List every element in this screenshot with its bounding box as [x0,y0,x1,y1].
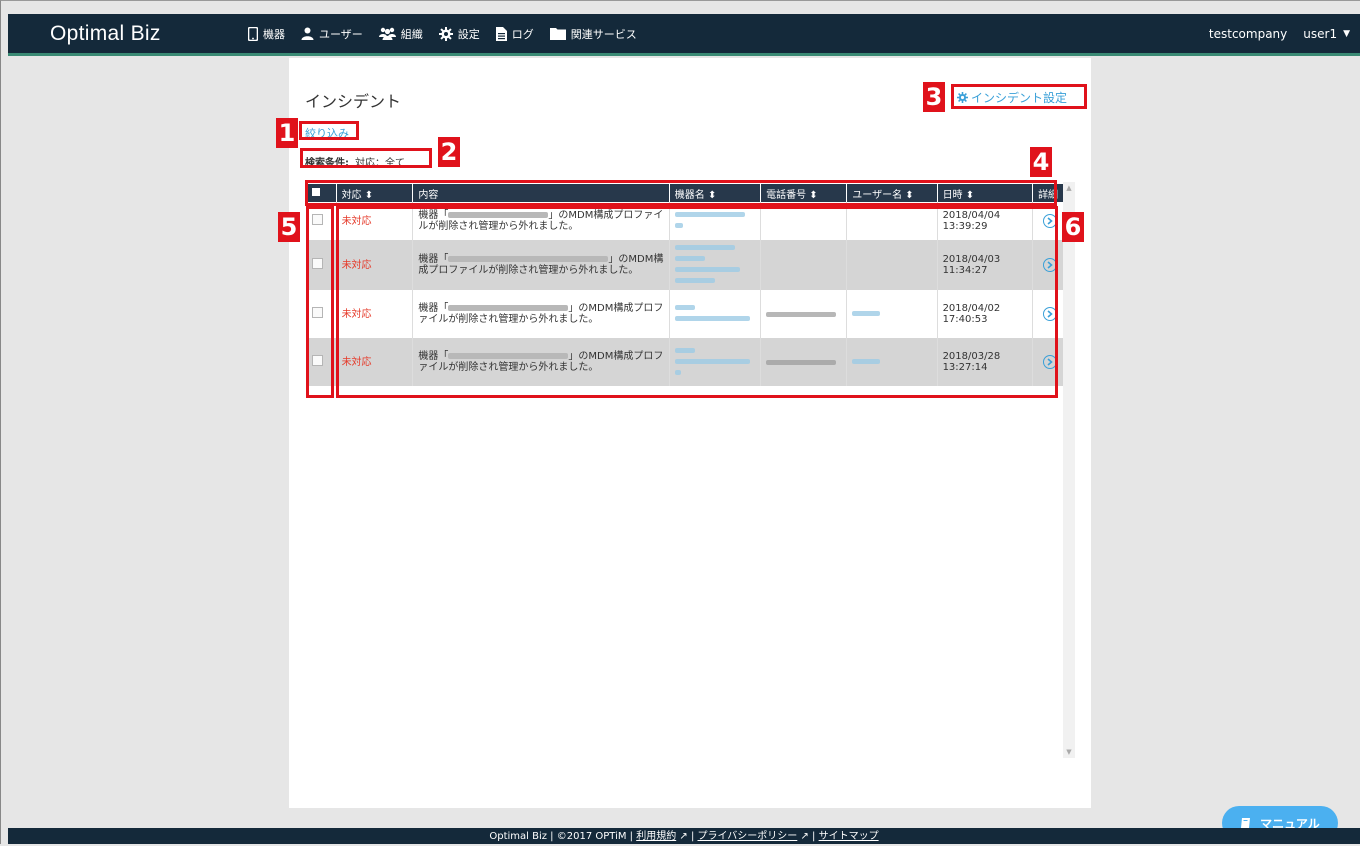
document-icon [495,26,507,41]
annotation-tag-4: 4 [1030,147,1052,177]
nav-settings-label: 設定 [457,27,480,41]
main-nav: 機器 ユーザー 組織 設定 ログ 関連サービス [248,14,653,53]
caret-down-icon: ▼ [1343,28,1350,39]
folder-icon [549,28,566,40]
nav-related-services[interactable]: 関連サービス [549,26,637,42]
brand-logo[interactable]: Optimal Biz [50,22,161,46]
nav-settings[interactable]: 設定 [438,26,480,42]
footer-terms-link[interactable]: 利用規約 [636,831,676,842]
annotation-box-1 [299,121,359,140]
nav-users[interactable]: ユーザー [301,26,363,42]
annotation-box-4 [305,180,1057,206]
scroll-up-icon[interactable]: ▲ [1063,182,1075,194]
user-menu[interactable]: user1 ▼ [1303,27,1350,41]
top-navbar: Optimal Biz 機器 ユーザー 組織 設定 ログ 関連サービス test… [8,14,1360,56]
nav-devices[interactable]: 機器 [248,26,285,42]
nav-related-services-label: 関連サービス [570,27,637,41]
annotation-box-6 [336,206,1058,398]
nav-users-label: ユーザー [319,27,363,41]
footer-sitemap-link[interactable]: サイトマップ [819,831,879,842]
nav-organization[interactable]: 組織 [378,26,423,42]
external-link-icon: ↗ [797,831,809,842]
footer: Optimal Biz | ©2017 OPTiM | 利用規約 ↗ | プライ… [8,828,1360,844]
main-panel: インシデント インシデント設定 絞り込み 検索条件: 対応：全て 対応 ⬍ 内容 … [289,58,1091,808]
annotation-box-2 [300,148,432,168]
scroll-down-icon[interactable]: ▼ [1063,746,1075,758]
footer-sep: | [687,831,698,842]
external-link-icon: ↗ [676,831,688,842]
annotation-tag-2: 2 [438,137,460,167]
nav-devices-label: 機器 [263,27,285,41]
annotation-tag-3: 3 [923,82,945,112]
user-icon [301,27,314,40]
footer-copyright: Optimal Biz | ©2017 OPTiM | [489,831,637,842]
footer-sep: | [808,831,819,842]
page-title: インシデント [305,92,402,111]
account-area: testcompany user1 ▼ [1209,14,1350,53]
nav-logs-label: ログ [511,27,534,41]
annotation-tag-1: 1 [276,118,298,148]
annotation-box-5 [306,206,334,398]
user-name: user1 [1303,26,1338,41]
footer-privacy-link[interactable]: プライバシーポリシー [698,831,798,842]
annotation-tag-6: 6 [1062,212,1084,242]
gear-icon [438,26,453,41]
nav-organization-label: 組織 [400,27,423,41]
table-scrollbar[interactable]: ▲ ▼ [1063,182,1075,758]
group-icon [378,27,396,40]
nav-logs[interactable]: ログ [495,26,534,42]
company-name: testcompany [1208,26,1288,41]
phone-icon [248,26,258,41]
annotation-box-3 [951,84,1087,109]
annotation-tag-5: 5 [278,212,300,242]
